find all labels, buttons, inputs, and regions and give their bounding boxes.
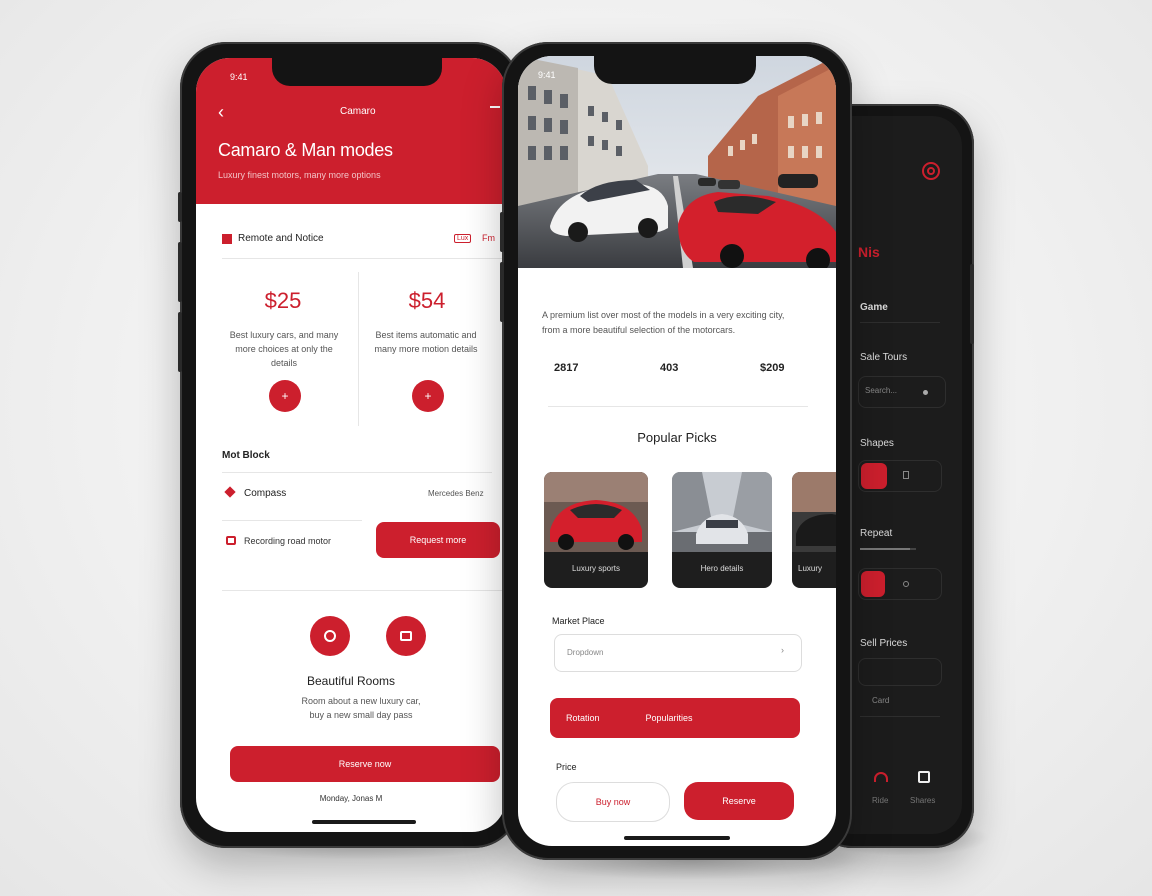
label-sale-tours: Sale Tours bbox=[860, 352, 908, 363]
plus-icon: + bbox=[424, 389, 432, 403]
list-item-2[interactable]: Recording road motor bbox=[244, 536, 331, 546]
list-title: Mot Block bbox=[222, 450, 270, 461]
middle-screen: 9:41 A premium list over most of the mod… bbox=[518, 56, 836, 846]
menu-icon[interactable] bbox=[490, 106, 500, 108]
search-field-value: Search... bbox=[865, 386, 898, 395]
hero-illustration bbox=[518, 56, 836, 268]
subline: Luxury finest motors, many more options bbox=[218, 170, 381, 180]
shapes-icon bbox=[903, 471, 909, 479]
market-dropdown[interactable]: Dropdown › bbox=[554, 634, 802, 672]
label-sell-prices: Sell Prices bbox=[860, 638, 908, 649]
card-label: Hero details bbox=[700, 564, 744, 573]
list-item-1[interactable]: Compass bbox=[244, 488, 286, 499]
repeat-active-chip[interactable] bbox=[861, 571, 885, 597]
bottom-right-button[interactable] bbox=[386, 616, 426, 656]
buy-now-button[interactable]: Buy now bbox=[556, 782, 670, 822]
section-title: Popular Picks bbox=[637, 430, 717, 445]
action-right[interactable]: Popularities bbox=[646, 713, 693, 723]
stat-2-button[interactable]: + bbox=[412, 380, 444, 412]
request-more-button[interactable]: Request more bbox=[376, 522, 500, 558]
stat-1-button[interactable]: + bbox=[269, 380, 301, 412]
card-label: Luxury sports bbox=[571, 564, 621, 573]
red-car-thumb bbox=[544, 472, 648, 552]
reserve-now-button[interactable]: Reserve now bbox=[230, 746, 500, 782]
stat-2-value: $54 bbox=[408, 288, 446, 313]
repeat-slider[interactable] bbox=[860, 548, 916, 550]
back-icon[interactable]: ‹ bbox=[218, 103, 224, 121]
stat-2-desc: Best items automatic and many more motio… bbox=[374, 330, 478, 354]
action-left[interactable]: Rotation bbox=[566, 713, 600, 723]
stat-2817: 2817 bbox=[554, 362, 579, 374]
market-dropdown-value: Dropdown bbox=[567, 648, 604, 657]
repeat-icon bbox=[903, 581, 909, 587]
bottom-desc: Room about a new luxury car, buy a new s… bbox=[301, 696, 421, 720]
record-icon bbox=[226, 536, 236, 545]
middle-phone: 9:41 A premium list over most of the mod… bbox=[500, 42, 852, 860]
header-title: Camaro bbox=[340, 106, 376, 117]
target-icon[interactable] bbox=[922, 162, 940, 180]
car-icon[interactable] bbox=[874, 772, 888, 782]
tab-ride[interactable]: Ride bbox=[872, 796, 888, 805]
field-label: Market Place bbox=[552, 616, 605, 626]
section-tag[interactable]: Lux bbox=[454, 234, 472, 243]
chevron-down-icon: › bbox=[781, 645, 784, 655]
hero-image bbox=[518, 56, 836, 268]
section-label: Remote and Notice bbox=[238, 233, 324, 244]
intro-text: A premium list over most of the models i… bbox=[542, 310, 785, 335]
list-item-1-meta: Mercedes Benz bbox=[428, 489, 484, 498]
stat-403: 403 bbox=[660, 362, 679, 374]
car-card[interactable]: Hero details bbox=[672, 472, 772, 588]
stat-1-desc: Best luxury cars, and many more choices … bbox=[229, 330, 339, 368]
reserve-button[interactable]: Reserve bbox=[684, 782, 794, 820]
left-phone: 9:41 ‹ Camaro Camaro & Man modes Luxury … bbox=[178, 42, 520, 848]
camera-icon bbox=[400, 631, 412, 641]
middle-status-time: 9:41 bbox=[538, 70, 556, 80]
tag-title: Nis bbox=[858, 244, 880, 260]
car-card[interactable]: Luxury sports bbox=[544, 472, 648, 588]
card-label: Luxury bbox=[798, 564, 823, 573]
repeat-toggle[interactable] bbox=[858, 568, 942, 600]
card-field-value: Card bbox=[872, 696, 890, 705]
shapes-active-chip[interactable] bbox=[861, 463, 887, 489]
refresh-icon bbox=[324, 630, 336, 642]
bottom-title: Beautiful Rooms bbox=[306, 674, 396, 688]
footer-text: Monday, Jonas M bbox=[319, 794, 383, 803]
label-repeat: Repeat bbox=[860, 528, 893, 539]
label-game: Game bbox=[860, 302, 888, 313]
silver-car-thumb bbox=[672, 472, 772, 552]
headline: Camaro & Man modes bbox=[218, 140, 393, 160]
grid-icon[interactable] bbox=[918, 771, 930, 783]
section-menu[interactable]: Fm bbox=[482, 233, 495, 243]
stat-divider bbox=[358, 272, 359, 426]
plus-icon: + bbox=[281, 389, 289, 403]
action-bar[interactable]: Rotation Popularities bbox=[550, 698, 800, 738]
options-label: Price bbox=[556, 762, 577, 772]
section-square-icon bbox=[222, 234, 232, 244]
left-status-time: 9:41 bbox=[230, 72, 248, 82]
tab-shares[interactable]: Shares bbox=[910, 796, 935, 805]
left-screen: 9:41 ‹ Camaro Camaro & Man modes Luxury … bbox=[196, 58, 506, 832]
label-shapes: Shapes bbox=[860, 438, 894, 449]
dark-car-thumb bbox=[792, 472, 836, 552]
search-field[interactable]: Search... bbox=[858, 376, 946, 408]
car-card[interactable]: Luxury bbox=[792, 472, 836, 588]
price-field[interactable] bbox=[858, 658, 942, 686]
pin-icon bbox=[224, 486, 236, 498]
shapes-toggle[interactable] bbox=[858, 460, 942, 492]
bottom-left-button[interactable] bbox=[310, 616, 350, 656]
stat-209: $209 bbox=[760, 362, 785, 374]
search-dot-icon bbox=[923, 390, 928, 395]
stat-1-value: $25 bbox=[264, 288, 302, 313]
